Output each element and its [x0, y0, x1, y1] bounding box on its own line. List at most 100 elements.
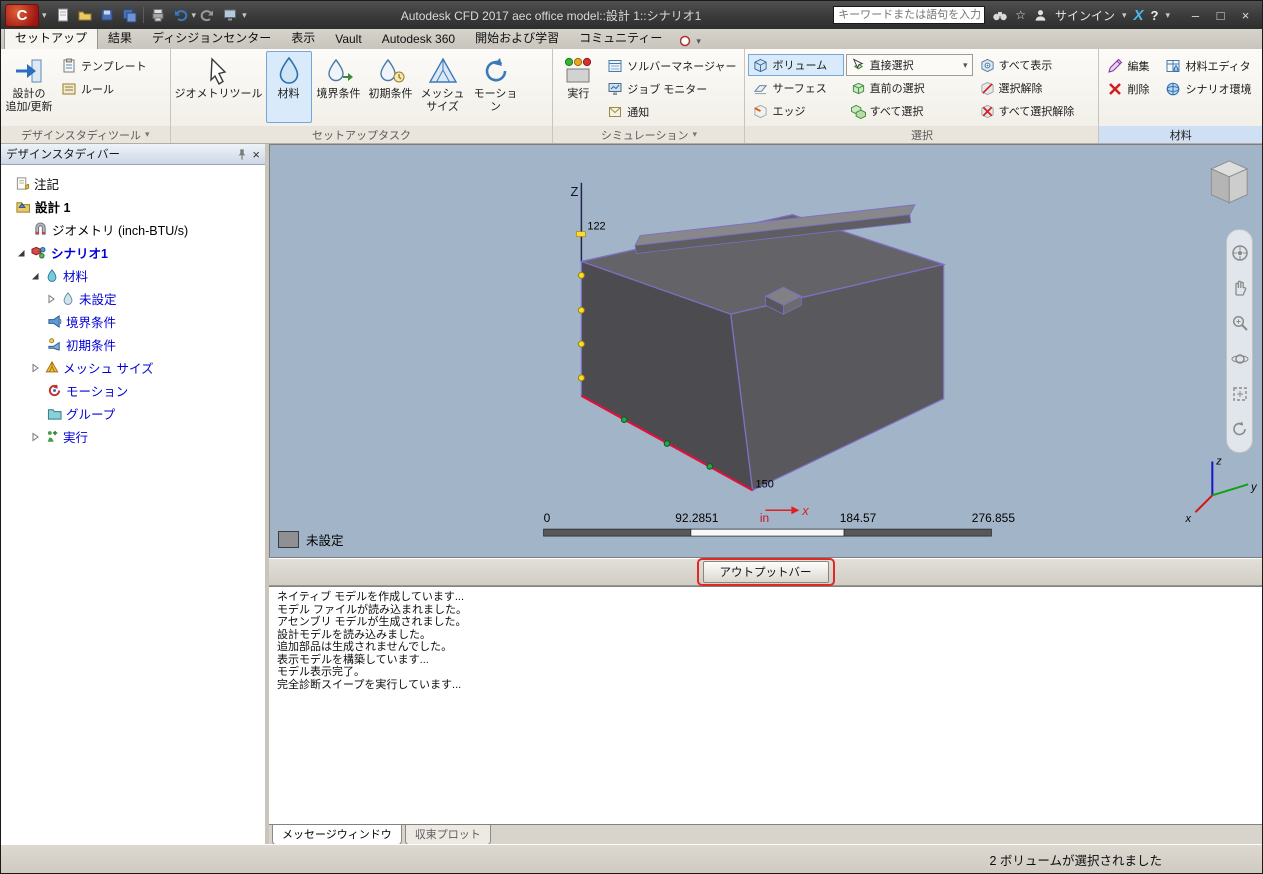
- motion-icon: [485, 58, 506, 82]
- geometry-tools-button[interactable]: ジオメトリツール: [174, 51, 264, 123]
- tab-view[interactable]: 表示: [281, 27, 325, 49]
- tree-item-geometry[interactable]: ジオメトリ (inch-BTU/s): [1, 218, 265, 241]
- add-update-design-button[interactable]: 設計の 追加/更新: [4, 51, 54, 123]
- add-update-design-icon: [16, 59, 42, 83]
- model-3d-box[interactable]: [579, 204, 947, 492]
- solver-manager-button[interactable]: ソルバーマネージャー: [602, 55, 741, 77]
- material-editor-button[interactable]: 材料エディタ: [1160, 55, 1256, 77]
- previous-selection-button[interactable]: 直前の選択: [846, 77, 973, 99]
- signin-button[interactable]: サインイン: [1055, 7, 1115, 24]
- tree-expanded-arrow-icon[interactable]: [29, 271, 41, 281]
- edit-material-button[interactable]: 編集: [1102, 55, 1158, 77]
- tree-item-not-set[interactable]: 未設定: [1, 287, 265, 310]
- group-title-material: 材料: [1099, 126, 1262, 143]
- tree-item-design[interactable]: 設計 1: [1, 195, 265, 218]
- tree-collapsed-arrow-icon[interactable]: [29, 432, 41, 442]
- deselect-all-button[interactable]: すべて選択解除: [975, 100, 1096, 122]
- tree-collapsed-arrow-icon[interactable]: [45, 294, 57, 304]
- tab-community[interactable]: コミュニティー: [569, 27, 672, 49]
- viewport-3d[interactable]: Z 122 150 x 0 92.2851 in 184.57 276.855 …: [269, 144, 1262, 558]
- application-menu-button[interactable]: C: [5, 3, 39, 27]
- boundary-conditions-button[interactable]: 境界条件: [314, 51, 364, 123]
- job-monitor-button[interactable]: ジョブ モニター: [602, 78, 741, 100]
- help-caret-icon[interactable]: ▾: [1165, 10, 1170, 20]
- pin-panel-icon[interactable]: [236, 148, 248, 161]
- tab-convergence-plot[interactable]: 収束プロット: [404, 825, 491, 845]
- deselect-button[interactable]: 選択解除: [975, 77, 1096, 99]
- undo-button[interactable]: [170, 5, 190, 25]
- motion-button[interactable]: モーション: [470, 51, 522, 123]
- scenario-environment-button[interactable]: シナリオ環境: [1160, 78, 1256, 100]
- right-area: Z 122 150 x 0 92.2851 in 184.57 276.855 …: [269, 144, 1262, 845]
- notification-button[interactable]: 通知: [602, 101, 741, 123]
- tab-message-window[interactable]: メッセージウィンドウ: [272, 825, 402, 845]
- favorites-star-icon[interactable]: ☆: [1015, 8, 1026, 22]
- select-all-button[interactable]: すべて選択: [846, 100, 973, 122]
- direct-select-dropdown[interactable]: 直接選択 ▾: [845, 54, 973, 76]
- tree-item-notes[interactable]: 注記: [1, 172, 265, 195]
- tree-item-boundary[interactable]: 境界条件: [1, 310, 265, 333]
- search-binoculars-icon[interactable]: [992, 8, 1008, 22]
- tab-get-started[interactable]: 開始および学習: [465, 27, 569, 49]
- tree-item-mesh-size[interactable]: メッシュ サイズ: [1, 356, 265, 379]
- viewport-3d-scene[interactable]: Z 122 150 x 0 92.2851 in 184.57 276.855 …: [270, 145, 1262, 557]
- app-menu-caret-icon[interactable]: ▾: [42, 10, 47, 20]
- previous-view-icon[interactable]: [1230, 419, 1250, 439]
- run-button[interactable]: 実行: [556, 51, 600, 123]
- save-as-button[interactable]: [119, 5, 139, 25]
- tree-collapsed-arrow-icon[interactable]: [29, 363, 41, 373]
- help-button[interactable]: ?: [1151, 8, 1159, 23]
- tree-item-group[interactable]: グループ: [1, 402, 265, 425]
- steering-wheel-icon[interactable]: [1230, 243, 1250, 263]
- tree-item-run[interactable]: 実行: [1, 425, 265, 448]
- material-task-button[interactable]: 材料: [265, 51, 312, 123]
- group-title-setup-tasks: セットアップタスク: [170, 126, 553, 143]
- rules-button[interactable]: ルール: [56, 78, 152, 100]
- view-cube[interactable]: [1210, 160, 1249, 204]
- tab-autodesk360[interactable]: Autodesk 360: [372, 30, 465, 49]
- initial-conditions-button[interactable]: 初期条件: [366, 51, 416, 123]
- group-title-simulation[interactable]: シミュレーション ▾: [553, 126, 745, 143]
- select-surface-button[interactable]: サーフェス: [748, 77, 843, 99]
- zoom-icon[interactable]: [1230, 313, 1250, 333]
- new-file-button[interactable]: [53, 5, 73, 25]
- not-set-droplet-icon: [63, 292, 73, 305]
- undo-caret-icon[interactable]: ▾: [192, 10, 197, 20]
- close-button[interactable]: ×: [1233, 5, 1258, 25]
- save-button[interactable]: [97, 5, 117, 25]
- tree-item-initial[interactable]: 初期条件: [1, 333, 265, 356]
- output-bar-button[interactable]: アウトプットバー: [702, 561, 829, 583]
- show-all-button[interactable]: すべて表示: [975, 54, 1096, 76]
- zoom-window-icon[interactable]: [1230, 384, 1250, 404]
- minimize-button[interactable]: –: [1183, 5, 1208, 25]
- group-title-design-study-tools[interactable]: デザインスタディツール ▾: [1, 126, 170, 143]
- redo-button[interactable]: [198, 5, 218, 25]
- select-volume-button[interactable]: ボリューム: [748, 54, 844, 76]
- edge-icon: [754, 104, 768, 118]
- tree-item-motion[interactable]: モーション: [1, 379, 265, 402]
- qat-caret-icon[interactable]: ▾: [242, 10, 247, 20]
- tree-item-material[interactable]: 材料: [1, 264, 265, 287]
- tab-vault[interactable]: Vault: [325, 30, 371, 49]
- signin-caret-icon[interactable]: ▾: [1122, 10, 1127, 20]
- mesh-size-icon: [45, 360, 59, 373]
- delete-material-button[interactable]: 削除: [1102, 78, 1158, 100]
- tree-expanded-arrow-icon[interactable]: [15, 248, 27, 258]
- search-input[interactable]: [833, 6, 986, 24]
- template-button[interactable]: テンプレート: [56, 55, 152, 77]
- exchange-apps-icon[interactable]: X: [1134, 7, 1144, 24]
- tab-results[interactable]: 結果: [98, 27, 142, 49]
- tree-item-scenario[interactable]: シナリオ1: [1, 241, 265, 264]
- open-file-button[interactable]: [75, 5, 95, 25]
- mesh-size-button[interactable]: メッシュ サイズ: [418, 51, 468, 123]
- tab-setup[interactable]: セットアップ: [4, 26, 99, 49]
- orbit-icon[interactable]: [1230, 349, 1250, 369]
- maximize-button[interactable]: □: [1208, 5, 1233, 25]
- select-edge-button[interactable]: エッジ: [748, 100, 843, 122]
- close-panel-icon[interactable]: ×: [252, 147, 260, 162]
- workspace-button[interactable]: [220, 5, 240, 25]
- ribbon-options-button[interactable]: ▾: [680, 35, 701, 47]
- pan-hand-icon[interactable]: [1230, 278, 1250, 298]
- tab-decision-center[interactable]: ディシジョンセンター: [142, 27, 281, 49]
- print-button[interactable]: [148, 5, 168, 25]
